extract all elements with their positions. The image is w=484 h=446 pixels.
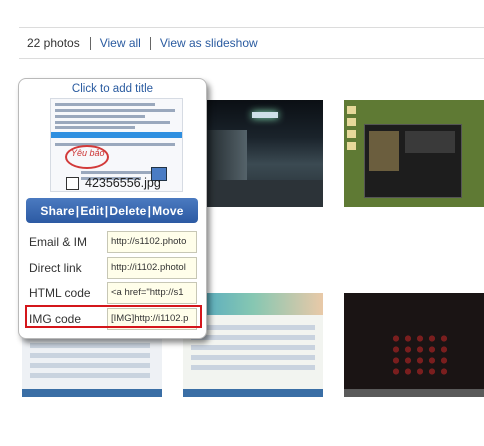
select-photo-row: 42356556.jpg bbox=[66, 176, 161, 190]
view-all-link[interactable]: View all bbox=[89, 36, 150, 50]
email-im-field[interactable]: http://s1102.photo bbox=[107, 231, 197, 253]
thumbnail-detail bbox=[202, 180, 323, 207]
thumbnail-detail bbox=[30, 373, 150, 378]
edit-button[interactable]: Edit bbox=[80, 204, 103, 218]
photo-filename: 42356556.jpg bbox=[85, 176, 161, 190]
move-button[interactable]: Move bbox=[152, 204, 183, 218]
photo-thumbnail[interactable] bbox=[202, 100, 323, 207]
add-title-link[interactable]: Click to add title bbox=[19, 83, 206, 95]
photo-thumbnail[interactable] bbox=[344, 293, 484, 397]
preview-line bbox=[55, 126, 135, 129]
photo-count: 22 photos bbox=[27, 36, 80, 50]
direct-link-label: Direct link bbox=[29, 261, 82, 275]
thumbnail-detail bbox=[30, 343, 150, 348]
email-im-field-row: Email & IM http://s1102.photo bbox=[29, 231, 201, 253]
photo-thumbnail[interactable] bbox=[344, 100, 484, 207]
album-toolbar: 22 photos View all View as slideshow bbox=[19, 27, 484, 59]
select-photo-checkbox[interactable] bbox=[66, 176, 79, 190]
preview-line bbox=[55, 109, 175, 112]
direct-link-field[interactable]: http://i1102.photol bbox=[107, 257, 197, 279]
taskbar bbox=[183, 389, 323, 397]
thumbnail-detail bbox=[252, 112, 278, 118]
thumbnail-detail bbox=[30, 363, 150, 368]
desktop-icon bbox=[347, 118, 356, 126]
delete-button[interactable]: Delete bbox=[109, 204, 146, 218]
preview-line bbox=[55, 121, 170, 124]
img-code-highlight-box bbox=[25, 305, 202, 328]
direct-link-field-row: Direct link http://i1102.photol bbox=[29, 257, 201, 279]
thumbnail-detail bbox=[191, 345, 315, 350]
preview-highlight-row bbox=[51, 132, 182, 138]
preview-caption: Yêu bảo bbox=[71, 148, 105, 158]
action-bar: Share | Edit | Delete | Move bbox=[26, 198, 198, 223]
preview-line bbox=[55, 103, 155, 106]
html-code-field[interactable]: <a href="http://s1 bbox=[107, 282, 197, 304]
taskbar bbox=[344, 389, 484, 397]
preview-line bbox=[81, 171, 151, 174]
thumbnail-detail bbox=[191, 325, 315, 330]
preview-line bbox=[55, 143, 175, 146]
desktop-icon bbox=[347, 130, 356, 138]
email-im-label: Email & IM bbox=[29, 235, 88, 249]
preview-line bbox=[55, 115, 145, 118]
thumbnail-window bbox=[364, 124, 462, 198]
view-slideshow-link[interactable]: View as slideshow bbox=[149, 36, 267, 50]
share-button[interactable]: Share bbox=[40, 204, 74, 218]
thumbnail-detail bbox=[191, 355, 315, 360]
html-code-label: HTML code bbox=[29, 286, 91, 300]
thumbnail-detail bbox=[191, 365, 315, 370]
thumbnail-detail bbox=[30, 353, 150, 358]
html-code-field-row: HTML code <a href="http://s1 bbox=[29, 282, 201, 304]
thumbnail-detail bbox=[390, 333, 450, 377]
desktop-icon bbox=[347, 142, 356, 150]
desktop-icon bbox=[347, 106, 356, 114]
taskbar bbox=[22, 389, 162, 397]
thumbnail-detail bbox=[191, 335, 315, 340]
photo-popup: Click to add title Yêu bảo 42356556.jpg … bbox=[18, 78, 207, 339]
